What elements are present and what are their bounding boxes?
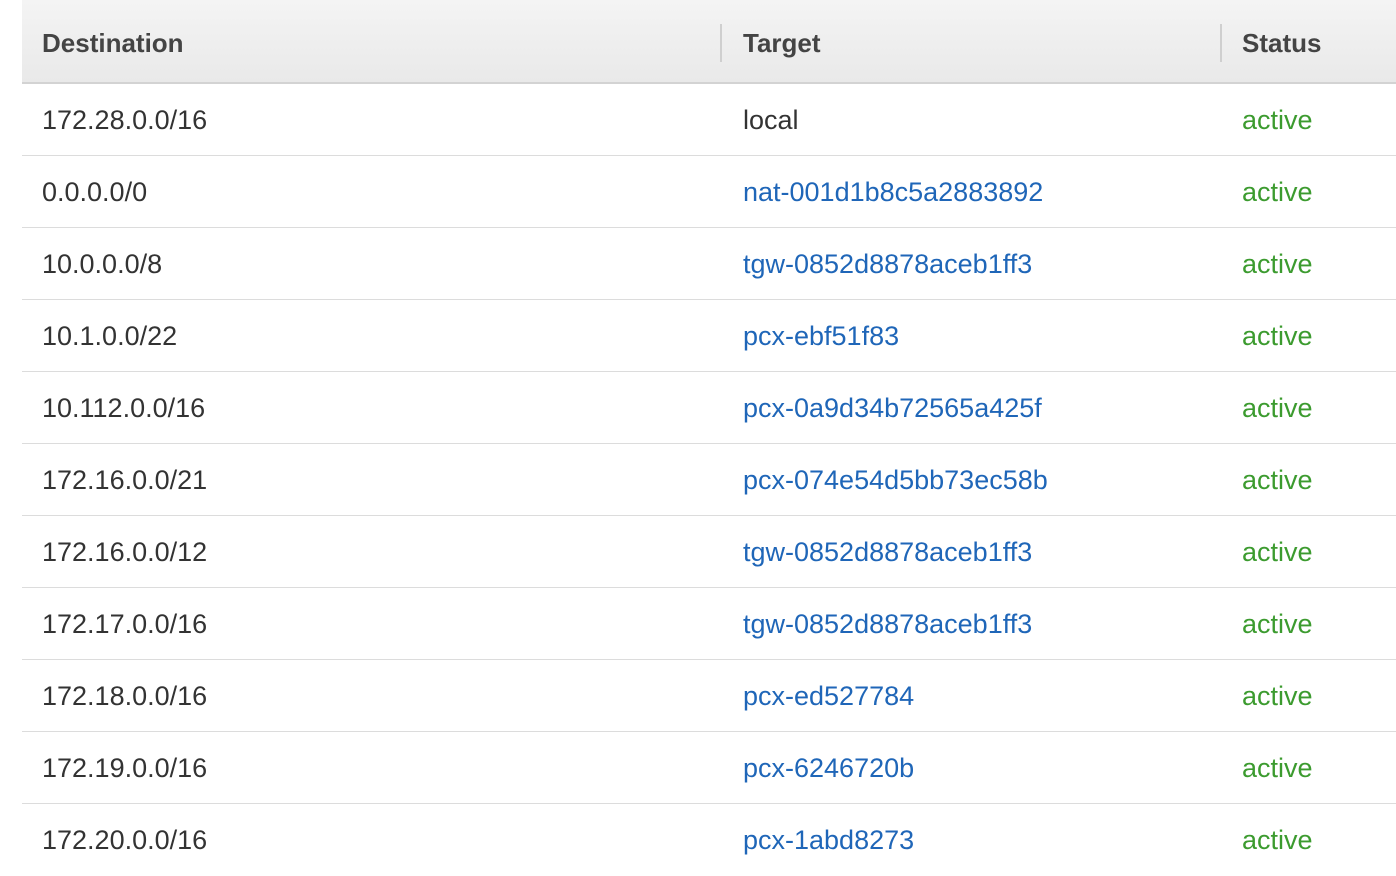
destination-cell: 10.1.0.0/22 xyxy=(42,321,178,351)
table-header: Destination Target Status xyxy=(22,0,1396,84)
table-row: 10.1.0.0/22 pcx-ebf51f83 active xyxy=(22,300,1396,372)
column-resize-handle[interactable] xyxy=(1220,24,1222,62)
status-badge: active xyxy=(1242,105,1313,135)
destination-cell: 172.16.0.0/21 xyxy=(42,465,208,495)
target-link[interactable]: pcx-1abd8273 xyxy=(743,804,914,876)
destination-cell: 10.112.0.0/16 xyxy=(42,393,206,423)
table-row: 172.20.0.0/16 pcx-1abd8273 active xyxy=(22,804,1396,876)
table-row: 172.19.0.0/16 pcx-6246720b active xyxy=(22,732,1396,804)
column-header-status[interactable]: Status xyxy=(1242,0,1321,84)
destination-cell: 172.20.0.0/16 xyxy=(42,825,208,855)
destination-cell: 172.17.0.0/16 xyxy=(42,609,208,639)
target-link[interactable]: pcx-6246720b xyxy=(743,732,914,804)
destination-cell: 172.28.0.0/16 xyxy=(42,105,208,135)
status-badge: active xyxy=(1242,177,1313,207)
destination-cell: 0.0.0.0/0 xyxy=(42,177,148,207)
table-row: 172.16.0.0/21 pcx-074e54d5bb73ec58b acti… xyxy=(22,444,1396,516)
target-link[interactable]: tgw-0852d8878aceb1ff3 xyxy=(743,228,1032,300)
destination-cell: 172.18.0.0/16 xyxy=(42,681,208,711)
status-badge: active xyxy=(1242,321,1313,351)
target-link[interactable]: nat-001d1b8c5a2883892 xyxy=(743,156,1043,228)
status-badge: active xyxy=(1242,249,1313,279)
routes-table: Destination Target Status 172.28.0.0/16 … xyxy=(22,0,1396,876)
table-row: 172.28.0.0/16 local active xyxy=(22,84,1396,156)
table-row: 172.16.0.0/12 tgw-0852d8878aceb1ff3 acti… xyxy=(22,516,1396,588)
status-badge: active xyxy=(1242,753,1313,783)
destination-cell: 10.0.0.0/8 xyxy=(42,249,163,279)
target-cell: local xyxy=(743,105,799,135)
table-row: 10.0.0.0/8 tgw-0852d8878aceb1ff3 active xyxy=(22,228,1396,300)
column-header-target[interactable]: Target xyxy=(743,0,821,84)
table-row: 172.18.0.0/16 pcx-ed527784 active xyxy=(22,660,1396,732)
destination-cell: 172.16.0.0/12 xyxy=(42,537,208,567)
target-link[interactable]: pcx-ed527784 xyxy=(743,660,914,732)
status-badge: active xyxy=(1242,609,1313,639)
table-row: 10.112.0.0/16 pcx-0a9d34b72565a425f acti… xyxy=(22,372,1396,444)
status-badge: active xyxy=(1242,537,1313,567)
table-row: 0.0.0.0/0 nat-001d1b8c5a2883892 active xyxy=(22,156,1396,228)
target-link[interactable]: pcx-0a9d34b72565a425f xyxy=(743,372,1042,444)
target-link[interactable]: tgw-0852d8878aceb1ff3 xyxy=(743,516,1032,588)
status-badge: active xyxy=(1242,681,1313,711)
destination-cell: 172.19.0.0/16 xyxy=(42,753,208,783)
status-badge: active xyxy=(1242,465,1313,495)
target-link[interactable]: pcx-ebf51f83 xyxy=(743,300,899,372)
table-row: 172.17.0.0/16 tgw-0852d8878aceb1ff3 acti… xyxy=(22,588,1396,660)
column-header-destination[interactable]: Destination xyxy=(42,0,184,84)
column-resize-handle[interactable] xyxy=(720,24,722,62)
target-link[interactable]: pcx-074e54d5bb73ec58b xyxy=(743,444,1048,516)
target-link[interactable]: tgw-0852d8878aceb1ff3 xyxy=(743,588,1032,660)
status-badge: active xyxy=(1242,393,1313,423)
status-badge: active xyxy=(1242,825,1313,855)
